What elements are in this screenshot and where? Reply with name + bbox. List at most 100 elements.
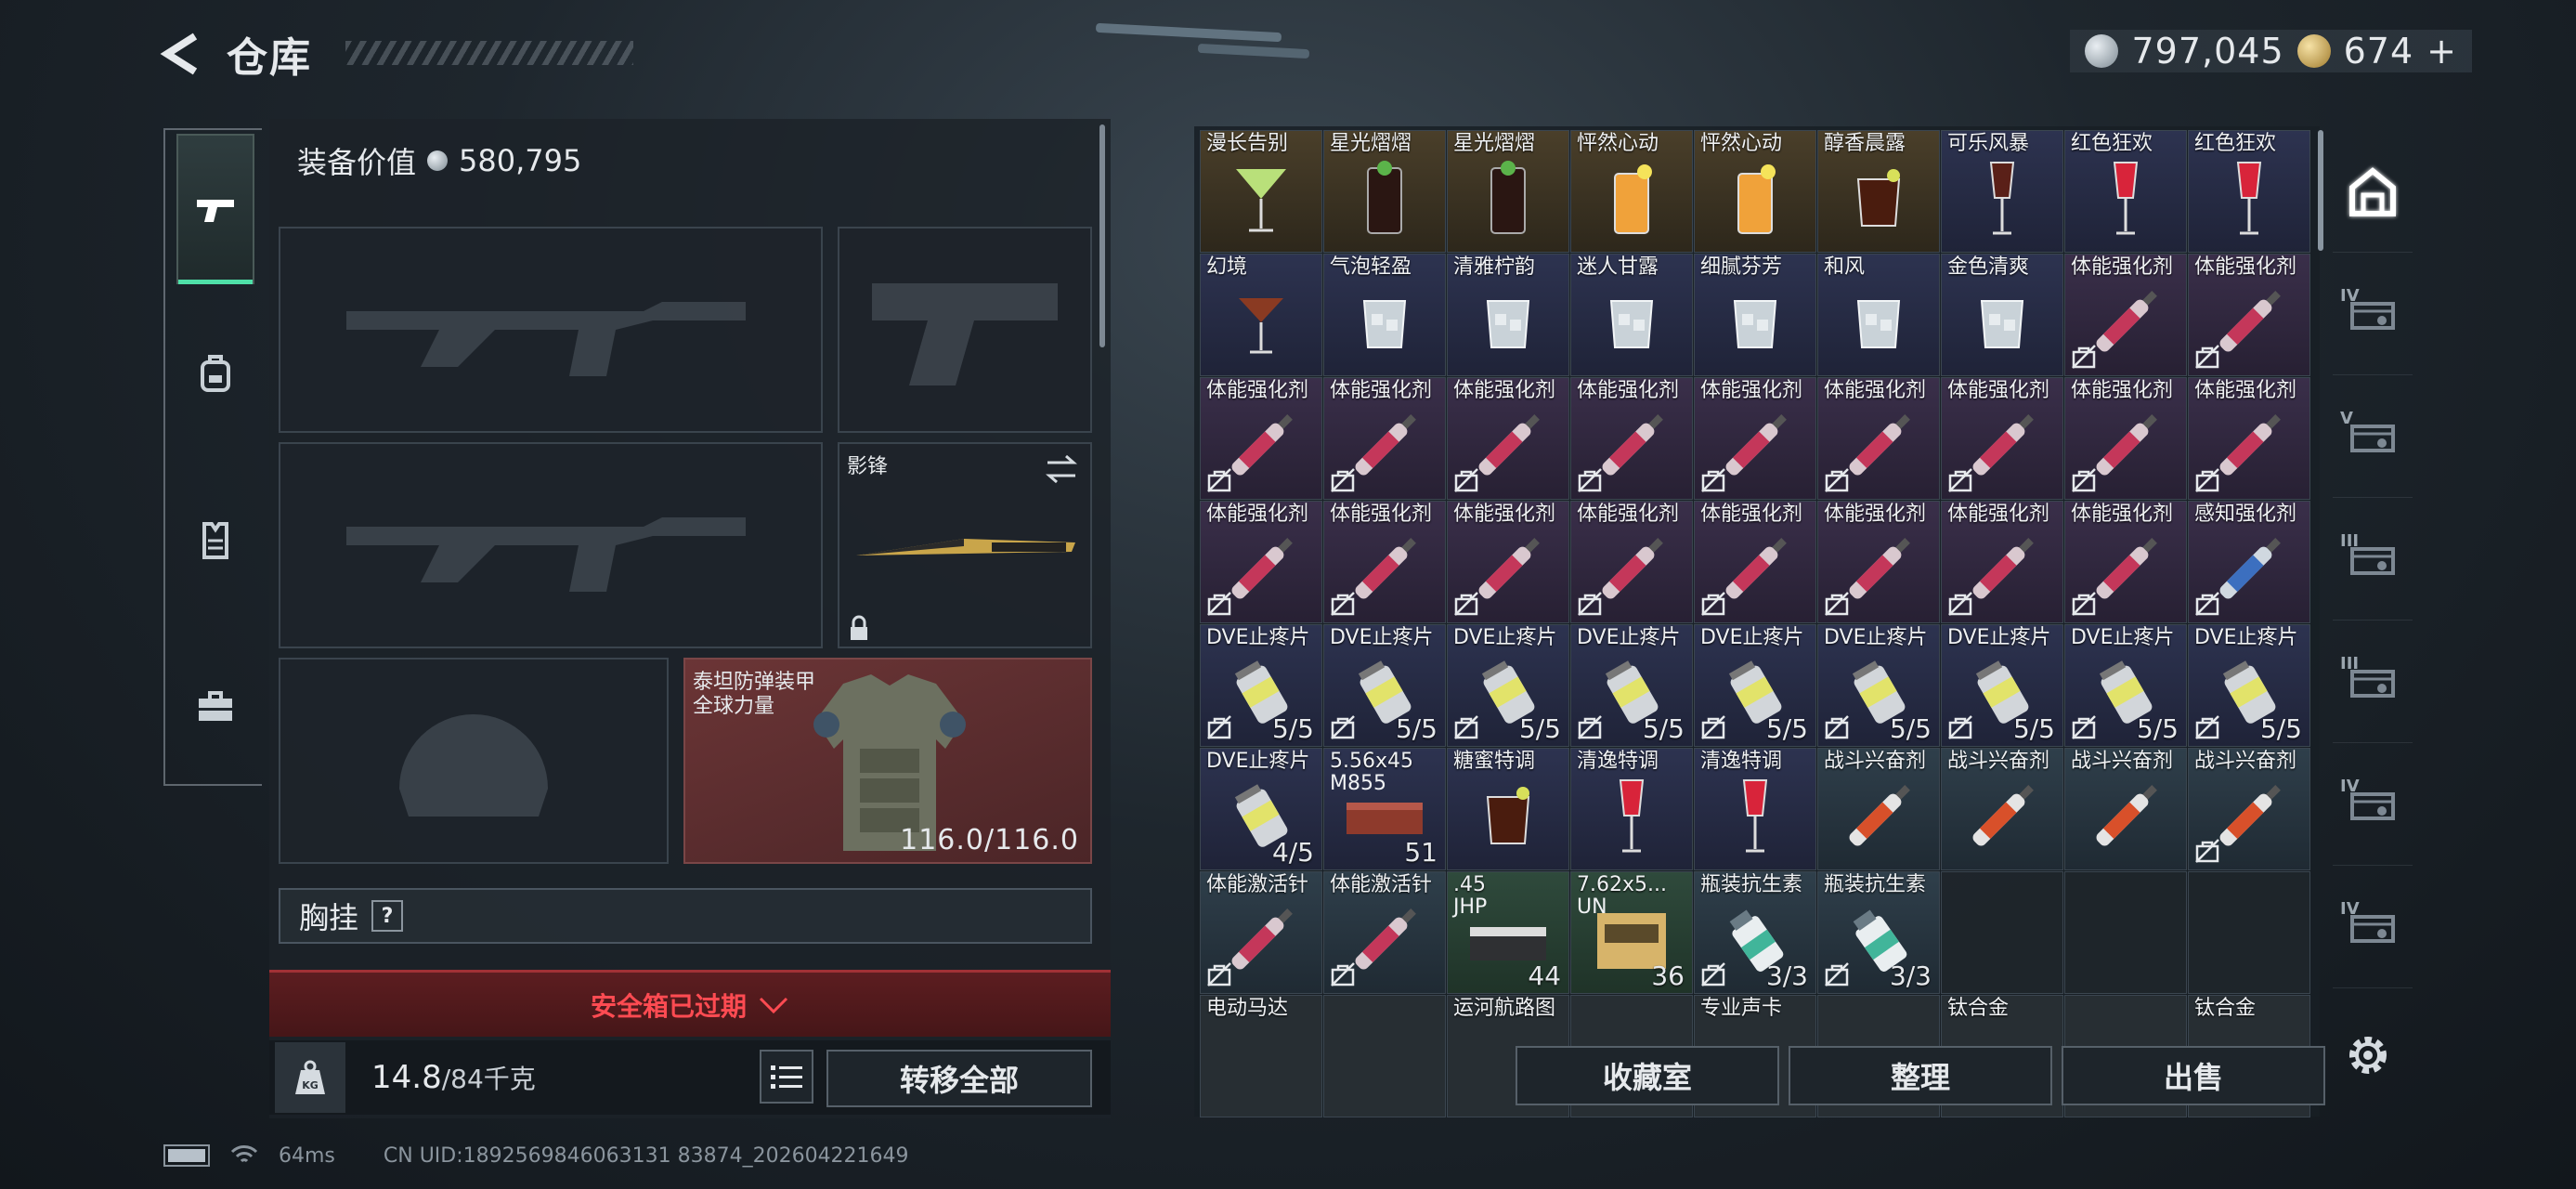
inventory-item[interactable]: 体能强化剂 bbox=[1570, 501, 1693, 623]
helmet-slot[interactable] bbox=[279, 658, 669, 864]
inventory-item[interactable]: 糖蜜特调 bbox=[1447, 748, 1569, 870]
inventory-item[interactable]: 漫长告别 bbox=[1200, 130, 1322, 253]
inventory-item[interactable]: 红色狂欢 bbox=[2188, 130, 2310, 253]
inventory-item[interactable]: 瓶装抗生素 3/3 bbox=[1694, 871, 1816, 994]
inventory-item[interactable]: 体能强化剂 bbox=[1323, 377, 1446, 500]
inventory-item[interactable]: DVE止疼片 5/5 bbox=[1200, 624, 1322, 747]
inventory-item[interactable]: 怦然心动 bbox=[1694, 130, 1816, 253]
inventory-item[interactable]: DVE止疼片 5/5 bbox=[1817, 624, 1940, 747]
inventory-item[interactable]: DVE止疼片 5/5 bbox=[1323, 624, 1446, 747]
category-tab[interactable]: V bbox=[2333, 375, 2413, 498]
inventory-slot-empty[interactable] bbox=[2188, 871, 2310, 994]
inventory-item[interactable]: DVE止疼片 5/5 bbox=[2188, 624, 2310, 747]
inventory-item[interactable]: 体能强化剂 bbox=[1200, 501, 1322, 623]
inventory-item[interactable]: 红色狂欢 bbox=[2064, 130, 2187, 253]
item-name: 体能强化剂 bbox=[1453, 503, 1556, 526]
inventory-item[interactable]: 体能强化剂 bbox=[1817, 377, 1940, 500]
inventory-item[interactable]: 体能强化剂 bbox=[1447, 501, 1569, 623]
inventory-item[interactable]: 体能强化剂 bbox=[1447, 377, 1569, 500]
inventory-item[interactable]: 体能强化剂 bbox=[2188, 377, 2310, 500]
inventory-item[interactable]: .45 JHP 44 bbox=[1447, 871, 1569, 994]
category-tab[interactable]: IV bbox=[2333, 866, 2413, 988]
inventory-item[interactable]: 瓶装抗生素 3/3 bbox=[1817, 871, 1940, 994]
inventory-item[interactable]: 战斗兴奋剂 bbox=[2188, 748, 2310, 870]
inventory-item[interactable]: 清逸特调 bbox=[1570, 748, 1693, 870]
category-tab[interactable]: IV bbox=[2333, 253, 2413, 375]
inventory-item[interactable]: 体能强化剂 bbox=[1941, 501, 2063, 623]
inventory-item[interactable]: 迷人甘露 bbox=[1570, 254, 1693, 376]
nav-weapons[interactable] bbox=[176, 134, 254, 284]
inventory-item[interactable]: 体能激活针 bbox=[1200, 871, 1322, 994]
inventory-item[interactable]: 战斗兴奋剂 bbox=[1941, 748, 2063, 870]
inventory-item[interactable]: 怦然心动 bbox=[1570, 130, 1693, 253]
inventory-item[interactable]: 金色清爽 bbox=[1941, 254, 2063, 376]
category-tab[interactable]: IV bbox=[2333, 743, 2413, 866]
inventory-item[interactable]: DVE止疼片 4/5 bbox=[1200, 748, 1322, 870]
sell-button[interactable]: 出售 bbox=[2062, 1046, 2325, 1105]
gold-add-button[interactable]: + bbox=[2426, 31, 2457, 72]
inventory-item[interactable]: 星光熠熠 bbox=[1447, 130, 1569, 253]
inventory-item[interactable]: 5.56x45 M855 51 bbox=[1323, 748, 1446, 870]
collection-room-button[interactable]: 收藏室 bbox=[1516, 1046, 1779, 1105]
inventory-slot-empty[interactable] bbox=[1323, 995, 1446, 1117]
sort-button[interactable]: 整理 bbox=[1789, 1046, 2052, 1105]
inventory-item[interactable]: 体能强化剂 bbox=[1941, 377, 2063, 500]
inventory-item[interactable]: 战斗兴奋剂 bbox=[2064, 748, 2187, 870]
inventory-item[interactable]: 电动马达 bbox=[1200, 995, 1322, 1117]
inventory-item[interactable]: 体能激活针 bbox=[1323, 871, 1446, 994]
inventory-item[interactable]: 体能强化剂 bbox=[1200, 377, 1322, 500]
inventory-item[interactable]: 和风 bbox=[1817, 254, 1940, 376]
inventory-item[interactable]: 战斗兴奋剂 bbox=[1817, 748, 1940, 870]
inventory-item[interactable]: DVE止疼片 5/5 bbox=[1570, 624, 1693, 747]
inventory-item[interactable]: DVE止疼片 5/5 bbox=[1694, 624, 1816, 747]
category-tab[interactable]: III bbox=[2333, 498, 2413, 621]
item-name: 战斗兴奋剂 bbox=[2071, 750, 2174, 773]
inventory-item[interactable]: 醇香晨露 bbox=[1817, 130, 1940, 253]
inventory-item[interactable]: DVE止疼片 5/5 bbox=[1941, 624, 2063, 747]
armor-slot[interactable]: 泰坦防弹装甲 全球力量 116.0/116.0 bbox=[683, 658, 1092, 864]
chest-rig-slot[interactable]: 胸挂 ? bbox=[279, 888, 1092, 944]
armor-durability: 116.0/116.0 bbox=[900, 824, 1079, 856]
inventory-item[interactable]: 体能强化剂 bbox=[2188, 254, 2310, 376]
inventory-item[interactable]: 清雅柠韵 bbox=[1447, 254, 1569, 376]
inventory-item[interactable]: DVE止疼片 5/5 bbox=[2064, 624, 2187, 747]
category-tab[interactable] bbox=[2333, 130, 2413, 253]
inventory-item[interactable]: 细腻芬芳 bbox=[1694, 254, 1816, 376]
inventory-item[interactable]: 7.62x5... UN 36 bbox=[1570, 871, 1693, 994]
inventory-item[interactable]: 体能强化剂 bbox=[2064, 254, 2187, 376]
inventory-item[interactable]: 体能强化剂 bbox=[1694, 501, 1816, 623]
inventory-item[interactable]: 幻境 bbox=[1200, 254, 1322, 376]
inventory-item[interactable]: 体能强化剂 bbox=[1694, 377, 1816, 500]
inventory-item[interactable]: 星光熠熠 bbox=[1323, 130, 1446, 253]
inventory-item[interactable]: 体能强化剂 bbox=[1817, 501, 1940, 623]
swap-icon[interactable] bbox=[1044, 451, 1079, 487]
inventory-slot-empty[interactable] bbox=[2064, 871, 2187, 994]
back-arrow-icon[interactable] bbox=[158, 29, 208, 79]
inventory-item[interactable]: 清逸特调 bbox=[1694, 748, 1816, 870]
inventory-scrollbar[interactable] bbox=[2318, 130, 2323, 251]
inventory-item[interactable]: 可乐风暴 bbox=[1941, 130, 2063, 253]
primary-weapon-slot[interactable] bbox=[279, 227, 823, 433]
nav-backpack[interactable] bbox=[176, 334, 254, 412]
item-name: 体能强化剂 bbox=[1700, 379, 1803, 402]
melee-slot[interactable]: 影锋 bbox=[838, 442, 1092, 648]
nav-vest[interactable] bbox=[176, 502, 254, 580]
inventory-item[interactable]: DVE止疼片 5/5 bbox=[1447, 624, 1569, 747]
inventory-item[interactable]: 体能强化剂 bbox=[2064, 501, 2187, 623]
category-tab[interactable]: III bbox=[2333, 621, 2413, 743]
safebox-expired-banner[interactable]: 安全箱已过期 bbox=[269, 970, 1111, 1037]
inventory-item[interactable]: 体能强化剂 bbox=[2064, 377, 2187, 500]
inventory-slot-empty[interactable] bbox=[1941, 871, 2063, 994]
transfer-all-button[interactable]: 转移全部 bbox=[826, 1050, 1092, 1107]
equipment-scrollbar[interactable] bbox=[1099, 124, 1105, 347]
inventory-item[interactable]: 感知强化剂 bbox=[2188, 501, 2310, 623]
list-view-button[interactable] bbox=[760, 1050, 813, 1104]
secondary-weapon-slot[interactable] bbox=[279, 442, 823, 648]
help-icon[interactable]: ? bbox=[371, 900, 404, 932]
nav-case[interactable] bbox=[176, 667, 254, 745]
inventory-item[interactable]: 体能强化剂 bbox=[1570, 377, 1693, 500]
inventory-item[interactable]: 体能强化剂 bbox=[1323, 501, 1446, 623]
pistol-slot[interactable] bbox=[838, 227, 1092, 433]
settings-button[interactable] bbox=[2340, 1027, 2396, 1083]
inventory-item[interactable]: 气泡轻盈 bbox=[1323, 254, 1446, 376]
